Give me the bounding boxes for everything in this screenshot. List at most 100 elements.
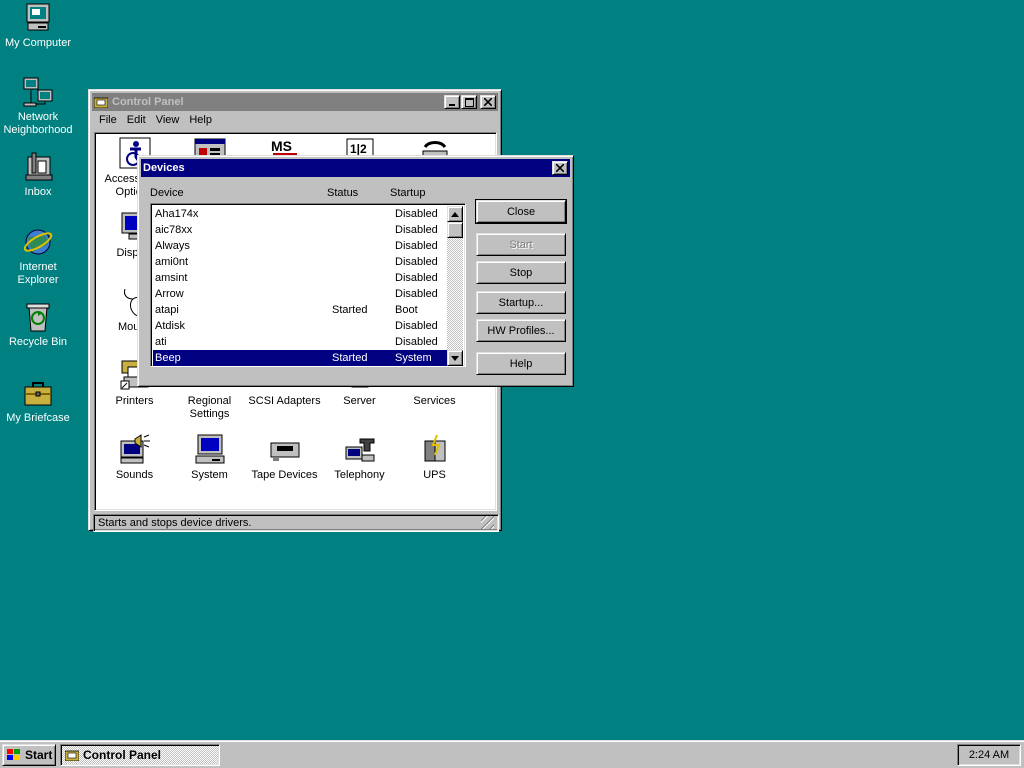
cp-item-system[interactable]: System — [172, 433, 247, 482]
hw-profiles-button[interactable]: HW Profiles... — [476, 319, 566, 342]
clock[interactable]: 2:24 AM — [969, 749, 1009, 761]
device-startup: System — [395, 352, 432, 364]
device-startup: Boot — [395, 304, 418, 316]
control-panel-icon — [65, 750, 79, 761]
device-row[interactable]: Beep Started System — [153, 350, 447, 366]
column-header-startup: Startup — [390, 187, 426, 199]
arrow-down-icon — [451, 355, 459, 361]
taskbar: Start Control Panel 2:24 AM — [0, 740, 1024, 768]
device-name: amsint — [155, 272, 188, 284]
device-startup: Disabled — [395, 336, 438, 348]
control-panel-statusbar: Starts and stops device drivers. — [93, 514, 499, 532]
device-name: Aha174x — [155, 208, 199, 220]
device-startup: Disabled — [395, 240, 438, 252]
desktop-icon-recycle-bin[interactable]: Recycle Bin — [0, 301, 76, 349]
device-row[interactable]: atapi Started Boot — [153, 302, 447, 318]
device-startup: Disabled — [395, 256, 438, 268]
device-status: Started — [332, 352, 368, 364]
start-label: Start — [25, 748, 53, 762]
internet-explorer-icon — [22, 226, 54, 258]
start-device-button[interactable]: Start — [476, 233, 566, 256]
stop-device-button[interactable]: Stop — [476, 261, 566, 284]
arrow-up-icon — [451, 211, 459, 217]
start-button[interactable]: Start — [2, 744, 56, 766]
desktop-icon-network-neighborhood[interactable]: Network Neighborhood — [0, 76, 76, 137]
close-icon — [556, 164, 564, 172]
scroll-up-button[interactable] — [447, 206, 463, 222]
status-text: Starts and stops device drivers. — [98, 517, 252, 529]
ups-battery-icon — [419, 433, 451, 465]
devices-dialog-titlebar[interactable]: Devices — [141, 159, 570, 177]
column-header-device: Device — [150, 187, 184, 199]
computer-icon — [22, 2, 54, 34]
column-header-status: Status — [327, 187, 359, 199]
device-row[interactable]: ati Disabled — [153, 334, 447, 350]
device-name: ati — [155, 336, 167, 348]
svg-text:MS: MS — [271, 138, 292, 154]
sounds-icon — [119, 433, 151, 465]
device-name: ami0nt — [155, 256, 189, 268]
device-name: Atdisk — [155, 320, 185, 332]
device-startup: Disabled — [395, 224, 438, 236]
device-row[interactable]: ami0nt Disabled — [153, 254, 447, 270]
minimize-button[interactable] — [444, 95, 460, 109]
device-row[interactable]: Aha174x Disabled — [153, 206, 447, 222]
inbox-icon — [22, 151, 54, 183]
cp-item-tape-devices[interactable]: Tape Devices — [247, 433, 322, 482]
close-button[interactable] — [480, 95, 496, 109]
control-panel-title-icon — [93, 96, 109, 109]
menu-help[interactable]: Help — [184, 114, 217, 126]
device-name: atapi — [155, 304, 179, 316]
cp-item-sounds[interactable]: Sounds — [97, 433, 172, 482]
devices-dialog: Devices Device Status Startup Aha174x Dis… — [137, 155, 574, 387]
menu-edit[interactable]: Edit — [122, 114, 151, 126]
device-row[interactable]: Arrow Disabled — [153, 286, 447, 302]
desktop-icon-my-computer[interactable]: My Computer — [0, 2, 76, 50]
help-button[interactable]: Help — [476, 352, 566, 375]
desktop-icon-my-briefcase[interactable]: My Briefcase — [0, 377, 76, 425]
control-panel-menubar: File Edit View Help — [92, 111, 498, 129]
resize-grip-icon[interactable] — [481, 516, 494, 529]
maximize-icon — [464, 97, 474, 107]
close-icon — [484, 98, 492, 106]
device-name: Always — [155, 240, 190, 252]
devices-dialog-body: Device Status Startup Aha174x Disabled aic… — [141, 177, 570, 385]
system-tray: 2:24 AM — [957, 744, 1021, 766]
device-row[interactable]: Always Disabled — [153, 238, 447, 254]
minimize-icon — [449, 104, 455, 106]
menu-file[interactable]: File — [94, 114, 122, 126]
device-row[interactable]: aic78xx Disabled — [153, 222, 447, 238]
control-panel-titlebar[interactable]: Control Panel — [92, 93, 498, 111]
device-name: Beep — [155, 352, 181, 364]
menu-view[interactable]: View — [151, 114, 185, 126]
cp-item-ups[interactable]: UPS — [397, 433, 472, 482]
device-startup: Disabled — [395, 320, 438, 332]
taskbar-button-label: Control Panel — [83, 748, 162, 762]
device-row[interactable]: Atdisk Disabled — [153, 318, 447, 334]
devices-list[interactable]: Aha174x Disabled aic78xx Disabled Always Disa… — [150, 203, 466, 367]
device-name: Arrow — [155, 288, 184, 300]
device-status: Started — [332, 304, 368, 316]
device-row[interactable]: amsint Disabled — [153, 270, 447, 286]
scroll-down-button[interactable] — [447, 350, 463, 366]
maximize-button[interactable] — [461, 95, 477, 109]
devices-list-scrollbar[interactable] — [447, 206, 463, 366]
telephony-icon — [344, 433, 376, 465]
windows-logo-icon — [7, 749, 20, 760]
scroll-thumb[interactable] — [447, 222, 463, 238]
taskbar-button-control-panel[interactable]: Control Panel — [60, 744, 220, 766]
device-startup: Disabled — [395, 208, 438, 220]
desktop-icon-internet-explorer[interactable]: Internet Explorer — [0, 226, 76, 287]
briefcase-icon — [22, 377, 54, 409]
close-dialog-button[interactable]: Close — [475, 199, 567, 224]
tape-device-icon — [269, 433, 301, 465]
device-startup: Disabled — [395, 272, 438, 284]
devices-dialog-title: Devices — [143, 162, 185, 174]
cp-item-telephony[interactable]: Telephony — [322, 433, 397, 482]
devices-close-button[interactable] — [552, 161, 568, 175]
device-startup: Disabled — [395, 288, 438, 300]
startup-button[interactable]: Startup... — [476, 291, 566, 314]
desktop-icon-inbox[interactable]: Inbox — [0, 151, 76, 199]
network-icon — [22, 76, 54, 108]
recycle-bin-icon — [22, 301, 54, 333]
